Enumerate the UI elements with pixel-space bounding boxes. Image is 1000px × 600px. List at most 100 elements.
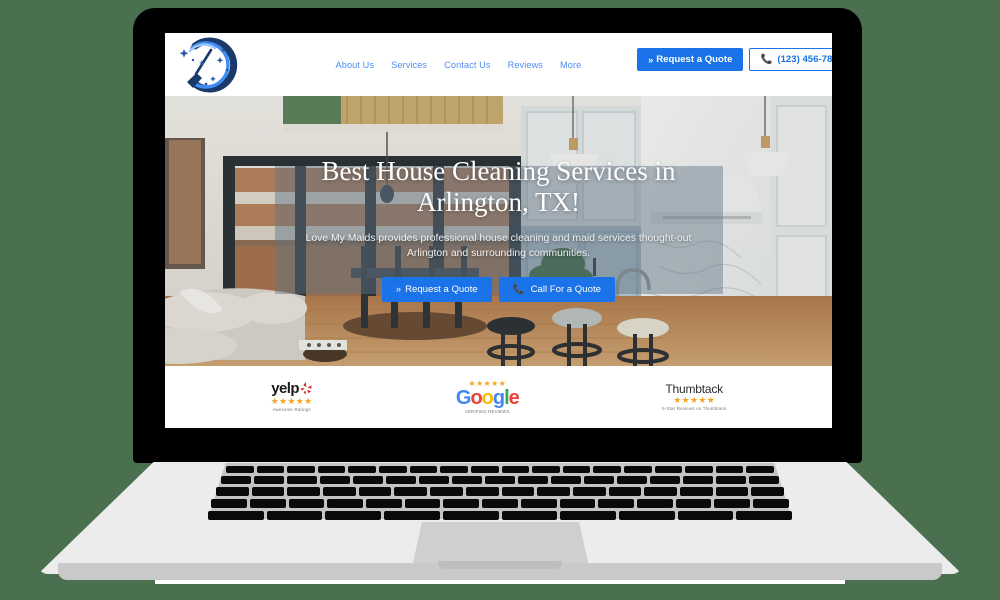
keyboard-key[interactable] — [532, 466, 560, 473]
keyboard-key[interactable] — [654, 466, 683, 473]
keyboard-key[interactable] — [288, 499, 325, 508]
keyboard-key[interactable] — [317, 466, 346, 473]
keyboard-row[interactable] — [208, 511, 792, 520]
keyboard-key[interactable] — [470, 466, 499, 473]
keyboard-key[interactable] — [482, 499, 518, 508]
keyboard-key[interactable] — [485, 476, 515, 484]
site-header: About Us Services Contact Us Reviews Mor… — [165, 33, 832, 96]
keyboard-key[interactable] — [251, 487, 285, 496]
keyboard-key[interactable] — [379, 466, 407, 473]
keyboard-key[interactable] — [572, 487, 606, 496]
trackpad[interactable] — [413, 522, 588, 563]
nav-item-contact-us[interactable]: Contact Us — [436, 60, 499, 70]
keyboard-key[interactable] — [221, 476, 251, 484]
header-phone-button[interactable]: 📞 (123) 456-7890 — [749, 48, 832, 71]
yelp-badge[interactable]: yelp ★★★★★ Awesome Ratings — [271, 381, 313, 412]
keyboard-key[interactable] — [751, 487, 784, 496]
keyboard-key[interactable] — [365, 499, 402, 508]
keyboard-key[interactable] — [327, 499, 363, 508]
keyboard-key[interactable] — [677, 511, 734, 520]
keyboard-key[interactable] — [501, 466, 530, 473]
keyboard-key[interactable] — [683, 476, 713, 484]
keyboard-key[interactable] — [537, 487, 570, 496]
keyboard-key[interactable] — [323, 487, 356, 496]
keyboard-key[interactable] — [637, 499, 673, 508]
keyboard-key[interactable] — [409, 466, 438, 473]
nav-item-services[interactable]: Services — [383, 60, 436, 70]
keyboard-key[interactable] — [440, 466, 468, 473]
keyboard-key[interactable] — [501, 511, 558, 520]
keyboard-key[interactable] — [256, 466, 285, 473]
keyboard-key[interactable] — [598, 499, 635, 508]
keyboard-key[interactable] — [419, 476, 449, 484]
keyboard-key[interactable] — [584, 476, 614, 484]
keyboard-row[interactable] — [208, 466, 792, 473]
broom-crescent-logo[interactable] — [175, 36, 241, 94]
keyboard-key[interactable] — [518, 476, 548, 484]
nav-item-about-us[interactable]: About Us — [327, 60, 383, 70]
keyboard-keys[interactable] — [208, 466, 792, 520]
keyboard-key[interactable] — [208, 511, 264, 520]
nav-item-reviews[interactable]: Reviews — [499, 60, 551, 70]
keyboard-key[interactable] — [753, 499, 789, 508]
keyboard-key[interactable] — [617, 476, 647, 484]
keyboard-key[interactable] — [520, 499, 557, 508]
keyboard-key[interactable] — [287, 466, 315, 473]
keyboard-key[interactable] — [650, 476, 680, 484]
keyboard-key[interactable] — [675, 499, 712, 508]
yelp-stars: ★★★★★ — [270, 396, 313, 407]
keyboard-key[interactable] — [353, 476, 383, 484]
keyboard-key[interactable] — [287, 487, 321, 496]
keyboard-key[interactable] — [226, 466, 254, 473]
keyboard-key[interactable] — [623, 466, 652, 473]
keyboard-row[interactable] — [208, 499, 792, 508]
keyboard-key[interactable] — [211, 499, 247, 508]
keyboard-key[interactable] — [715, 466, 744, 473]
hero-subtitle: Love My Maids provides professional hous… — [305, 232, 692, 259]
keyboard-key[interactable] — [358, 487, 392, 496]
keyboard-key[interactable] — [618, 511, 675, 520]
keyboard-key[interactable] — [430, 487, 463, 496]
keyboard-key[interactable] — [442, 511, 499, 520]
keyboard-key[interactable] — [443, 499, 480, 508]
keyboard-key[interactable] — [560, 511, 616, 520]
keyboard-key[interactable] — [394, 487, 428, 496]
keyboard-key[interactable] — [749, 476, 779, 484]
keyboard-key[interactable] — [746, 466, 774, 473]
keyboard-key[interactable] — [593, 466, 621, 473]
keyboard-key[interactable] — [608, 487, 642, 496]
keyboard-key[interactable] — [320, 476, 350, 484]
keyboard-key[interactable] — [325, 511, 382, 520]
keyboard-key[interactable] — [685, 466, 713, 473]
hero-request-quote-button[interactable]: » Request a Quote — [382, 276, 492, 302]
hero-call-quote-button[interactable]: 📞 Call For a Quote — [498, 276, 615, 302]
header-request-quote-button[interactable]: » Request a Quote — [637, 48, 744, 71]
keyboard-key[interactable] — [287, 476, 317, 484]
keyboard-key[interactable] — [386, 476, 416, 484]
keyboard-key[interactable] — [254, 476, 284, 484]
keyboard-key[interactable] — [716, 476, 746, 484]
keyboard-key[interactable] — [384, 511, 440, 520]
keyboard-key[interactable] — [501, 487, 535, 496]
yelp-logo: yelp — [271, 381, 313, 396]
google-badge[interactable]: ★★★★★ Google VERIFIED REVIEWS — [456, 379, 520, 414]
keyboard-key[interactable] — [644, 487, 677, 496]
thumbtack-badge[interactable]: Thumbtack ★★★★★ 5-Star Reviews on Thumbt… — [662, 383, 726, 411]
keyboard-key[interactable] — [715, 487, 749, 496]
keyboard-key[interactable] — [559, 499, 596, 508]
keyboard-key[interactable] — [452, 476, 482, 484]
keyboard-key[interactable] — [679, 487, 713, 496]
keyboard-row[interactable] — [208, 476, 792, 484]
keyboard-key[interactable] — [551, 476, 581, 484]
keyboard-key[interactable] — [348, 466, 377, 473]
keyboard-key[interactable] — [562, 466, 591, 473]
keyboard-key[interactable] — [465, 487, 499, 496]
nav-item-more[interactable]: More — [552, 60, 590, 70]
keyboard-key[interactable] — [714, 499, 751, 508]
keyboard-key[interactable] — [266, 511, 323, 520]
keyboard-key[interactable] — [404, 499, 441, 508]
keyboard-row[interactable] — [208, 487, 792, 496]
keyboard-key[interactable] — [736, 511, 792, 520]
keyboard-key[interactable] — [249, 499, 286, 508]
keyboard-key[interactable] — [216, 487, 249, 496]
